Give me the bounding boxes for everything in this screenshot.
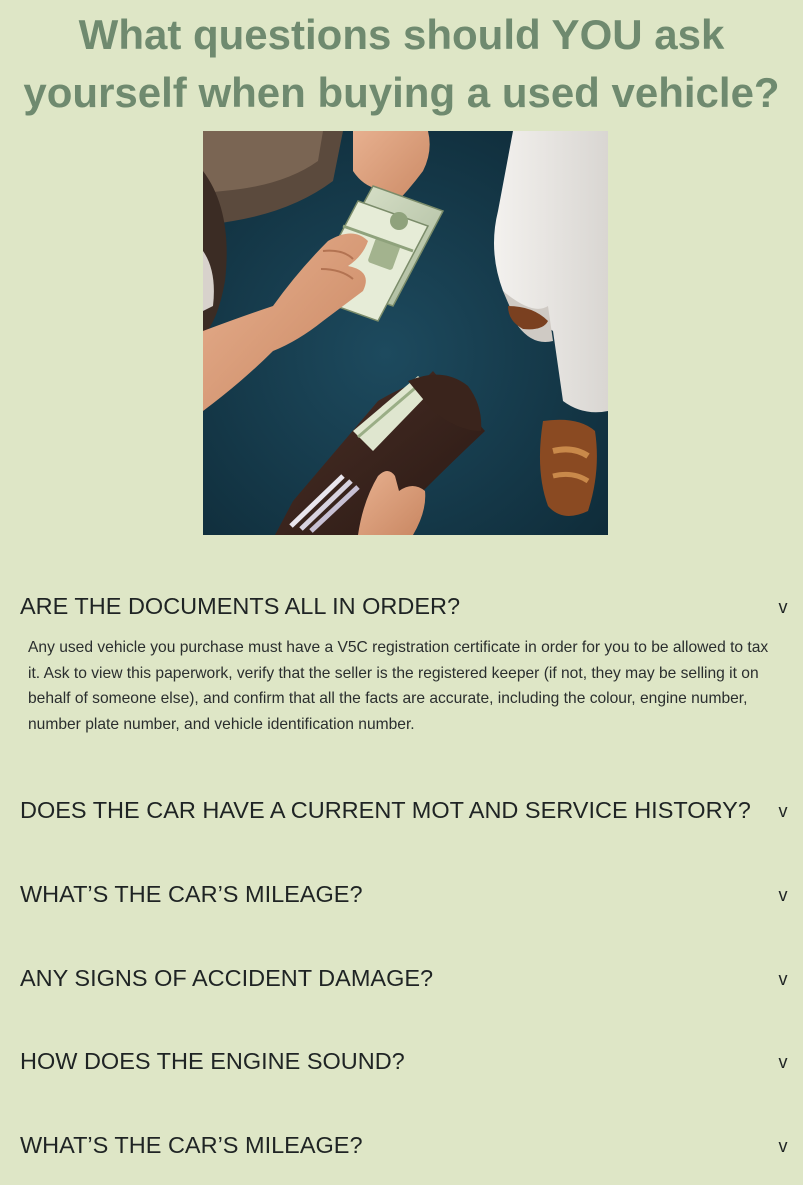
hero-image	[203, 131, 608, 535]
faq-question[interactable]: WHAT’S THE CAR’S MILEAGE?	[20, 1130, 763, 1160]
chevron-down-icon[interactable]: v	[775, 796, 791, 826]
faq-question[interactable]: DOES THE CAR HAVE A CURRENT MOT AND SERV…	[20, 795, 763, 825]
chevron-down-icon[interactable]: v	[775, 1047, 791, 1077]
page: What questions should YOU ask yourself w…	[0, 0, 803, 1185]
chevron-down-icon[interactable]: v	[775, 880, 791, 910]
cash-payment-photo-icon	[203, 131, 608, 535]
chevron-down-icon[interactable]: v	[775, 1131, 791, 1161]
faq-answer: Any used vehicle you purchase must have …	[28, 639, 769, 733]
chevron-down-icon[interactable]: v	[775, 592, 791, 622]
faq-question[interactable]: WHAT’S THE CAR’S MILEAGE?	[20, 879, 763, 909]
page-title: What questions should YOU ask yourself w…	[23, 11, 780, 116]
faq-question[interactable]: ANY SIGNS OF ACCIDENT DAMAGE?	[20, 963, 763, 993]
faq-question[interactable]: HOW DOES THE ENGINE SOUND?	[20, 1046, 763, 1076]
chevron-down-icon[interactable]: v	[775, 964, 791, 994]
faq-question[interactable]: ARE THE DOCUMENTS ALL IN ORDER?	[20, 591, 763, 621]
